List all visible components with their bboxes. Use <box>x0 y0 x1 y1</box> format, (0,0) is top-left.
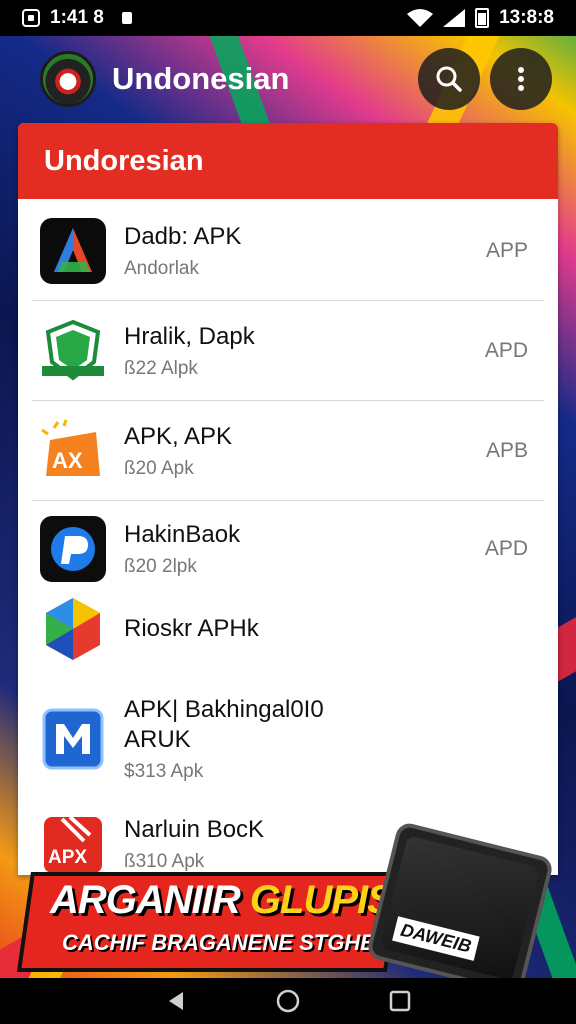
app-title: Undonesian <box>112 61 290 96</box>
svg-text:AX: AX <box>52 448 83 473</box>
a-logo-icon <box>40 217 106 284</box>
list-item[interactable]: Dadb: APK Andorlak APP <box>32 201 544 301</box>
recents-icon[interactable] <box>389 990 411 1012</box>
banner-headline: ARGANIIR GLUPIS <box>50 878 394 922</box>
item-tag: APP <box>485 238 528 262</box>
item-subtitle: $313 Apk <box>124 761 204 782</box>
list-item[interactable]: AX APK, APK ß20 Apk APB <box>32 401 544 501</box>
blue-m-icon <box>42 708 104 770</box>
item-title: Dadb: APK <box>124 222 242 250</box>
notification-icon <box>22 9 40 27</box>
p-logo-icon <box>40 516 106 582</box>
item-title: Hralik, Dapk <box>124 322 255 350</box>
wifi-icon <box>407 9 434 27</box>
search-button[interactable] <box>418 48 480 110</box>
app-logo-icon[interactable] <box>40 51 96 107</box>
shield-icon <box>42 319 104 381</box>
list-item[interactable]: APK| Bakhingal0I0 ARUK $313 Apk <box>32 679 544 799</box>
item-subtitle: ß22 Alpk <box>124 357 198 379</box>
item-title: APK, APK <box>124 422 233 450</box>
banner-subline: CACHIF BRAGANENE STGHEN <box>62 930 391 955</box>
promo-banner[interactable]: ARGANIIR GLUPIS CACHIF BRAGANENE STGHEN … <box>0 820 576 996</box>
item-title-line2: ARUK <box>124 726 191 753</box>
apx-logo-icon: AX <box>41 419 100 476</box>
hexagon-icon <box>46 598 100 660</box>
more-options-button[interactable] <box>490 48 552 110</box>
app-list-card: Undoresian Dadb: APK Andorlak APP Hralik… <box>18 123 558 875</box>
item-tag: APD <box>484 537 528 560</box>
item-tag: APB <box>485 438 528 462</box>
item-subtitle: ß20 2lpk <box>124 556 197 577</box>
app-bar: Undonesian <box>0 40 576 118</box>
item-title: APK| Bakhingal0I0 <box>124 696 324 723</box>
status-time-left: 1:41 8 <box>50 7 104 28</box>
navigation-bar <box>0 978 576 1024</box>
back-icon[interactable] <box>165 990 187 1012</box>
status-bar: 1:41 8 13:8:8 <box>0 0 576 36</box>
item-tag: APD <box>484 338 528 362</box>
battery-icon <box>475 8 490 28</box>
card-header: Undoresian <box>18 123 558 199</box>
search-icon <box>436 66 462 92</box>
list-item[interactable]: Hralik, Dapk ß22 Alpk APD <box>32 301 544 401</box>
list-item[interactable]: HakinBaok ß20 2lpk APD <box>32 499 544 599</box>
item-subtitle: ß20 Apk <box>124 457 194 479</box>
status-time-right: 13:8:8 <box>499 7 554 28</box>
item-title: Rioskr APHk <box>124 615 259 642</box>
home-icon[interactable] <box>276 989 300 1013</box>
signal-icon <box>443 9 466 27</box>
list-item[interactable]: Rioskr APHk <box>32 589 544 669</box>
item-subtitle: Andorlak <box>124 257 199 279</box>
item-title: HakinBaok <box>124 521 241 548</box>
lock-icon <box>121 12 132 24</box>
more-vert-icon <box>518 67 524 91</box>
